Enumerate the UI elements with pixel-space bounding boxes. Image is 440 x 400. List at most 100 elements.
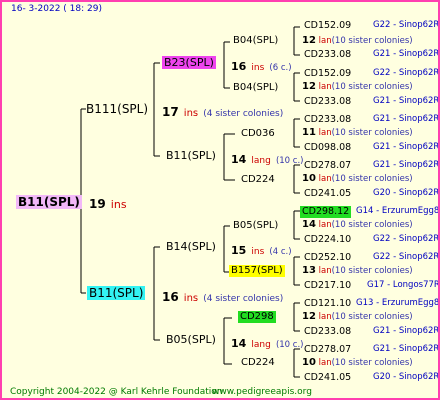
great-ancestor-name[interactable]: CD121.10 xyxy=(302,298,353,310)
ancestor-note: (10 sister colonies) xyxy=(331,82,413,92)
ancestor-note: (10 sister colonies) xyxy=(331,266,413,276)
ancestor-note: (10 sister colonies) xyxy=(331,358,413,368)
ancestor-unit: lan xyxy=(318,128,332,138)
parent-queen-count: 17 xyxy=(162,105,179,119)
grandparent-count: 16 xyxy=(231,60,247,73)
grandparent-unit: lang xyxy=(251,156,271,166)
pedigree-frame: 16- 3-2022 ( 18: 29) B11(SPL) 19 ins B11… xyxy=(0,0,440,400)
grandparent-count: 15 xyxy=(231,244,247,257)
report-date: 16- 3-2022 ( 18: 29) xyxy=(11,4,102,14)
ancestor-unit: lan xyxy=(318,174,332,184)
ancestor-count: 12 xyxy=(302,311,316,322)
grandparent-count: 14 xyxy=(231,153,247,166)
ancestor-info: 12 lan(10 sister colonies) xyxy=(302,36,413,46)
great-ancestor-place: G22 - Sinop62R xyxy=(373,20,440,30)
grandparent-name[interactable]: B05(SPL) xyxy=(164,333,218,346)
ancestor-info: 13 lan(10 sister colonies) xyxy=(302,266,413,276)
grandparent-name[interactable]: B14(SPL) xyxy=(164,240,218,253)
great-ancestor-name[interactable]: CD241.05 xyxy=(302,188,353,200)
parent-queen-unit: ins xyxy=(183,108,199,119)
great-ancestor-place: G21 - Sinop62R xyxy=(373,49,440,59)
ancestor-name[interactable]: B04(SPL) xyxy=(231,35,280,47)
great-ancestor-place: G17 - Longos77R xyxy=(367,280,440,290)
ancestor-unit: lan xyxy=(318,358,332,368)
great-ancestor-place: G21 - Sinop62R xyxy=(373,142,440,152)
great-ancestor-place: G21 - Sinop62R xyxy=(373,326,440,336)
great-ancestor-place: G21 - Sinop62R xyxy=(373,344,440,354)
ancestor-count: 14 xyxy=(302,219,316,230)
ancestor-note: (10 sister colonies) xyxy=(331,128,413,138)
root-count: 19 xyxy=(89,197,106,211)
root-queen-name[interactable]: B11(SPL) xyxy=(16,195,82,209)
parent-drone-note: (4 sister colonies) xyxy=(203,294,284,304)
grandparent-name[interactable]: B23(SPL) xyxy=(162,56,216,69)
grandparent-name[interactable]: B11(SPL) xyxy=(164,149,218,162)
grandparent-unit: lang xyxy=(251,340,271,350)
great-ancestor-name[interactable]: CD224.10 xyxy=(302,234,353,246)
grandparent-note: (10 c.) xyxy=(275,340,304,350)
great-ancestor-name[interactable]: CD217.10 xyxy=(302,280,353,292)
grandparent-info: 14 lang (10 c.) xyxy=(231,334,303,350)
great-ancestor-name[interactable]: CD152.09 xyxy=(302,68,353,80)
great-ancestor-place: G13 - ErzurumEgg8 xyxy=(356,298,440,308)
ancestor-count: 12 xyxy=(302,81,316,92)
ancestor-note: (10 sister colonies) xyxy=(331,220,413,230)
ancestor-unit: lan xyxy=(318,220,332,230)
great-ancestor-name[interactable]: CD278.07 xyxy=(302,344,353,356)
ancestor-info: 12 lan(10 sister colonies) xyxy=(302,312,413,322)
ancestor-count: 11 xyxy=(302,127,316,138)
great-ancestor-name[interactable]: CD233.08 xyxy=(302,49,353,61)
root-count-group: 19 ins xyxy=(89,195,127,211)
parent-drone-info: 16 ins (4 sister colonies) xyxy=(162,288,283,304)
parent-drone-count: 16 xyxy=(162,290,179,304)
ancestor-unit: lan xyxy=(318,36,332,46)
root-unit: ins xyxy=(110,198,127,211)
great-ancestor-place: G22 - Sinop62R xyxy=(373,68,440,78)
great-ancestor-name[interactable]: CD152.09 xyxy=(302,20,353,32)
ancestor-info: 14 lan(10 sister colonies) xyxy=(302,220,413,230)
grandparent-note: (10 c.) xyxy=(275,156,304,166)
great-ancestor-name[interactable]: CD252.10 xyxy=(302,252,353,264)
ancestor-count: 10 xyxy=(302,173,316,184)
footer-copyright: Copyright 2004-2022 @ Karl Kehrle Founda… xyxy=(10,387,223,397)
ancestor-info: 10 lan(10 sister colonies) xyxy=(302,358,413,368)
great-ancestor-name[interactable]: CD298.12 xyxy=(300,206,352,218)
great-ancestor-place: G21 - Sinop62R xyxy=(373,96,440,106)
great-ancestor-name[interactable]: CD241.05 xyxy=(302,372,353,384)
grandparent-unit: ins xyxy=(251,247,265,257)
great-ancestor-name[interactable]: CD098.08 xyxy=(302,142,353,154)
great-ancestor-name[interactable]: CD278.07 xyxy=(302,160,353,172)
parent-queen-note: (4 sister colonies) xyxy=(203,109,284,119)
grandparent-unit: ins xyxy=(251,63,265,73)
ancestor-unit: lan xyxy=(318,266,332,276)
ancestor-count: 13 xyxy=(302,265,316,276)
ancestor-name[interactable]: CD224 xyxy=(239,357,277,369)
grandparent-count: 14 xyxy=(231,337,247,350)
ancestor-name[interactable]: B04(SPL) xyxy=(231,82,280,94)
ancestor-name[interactable]: B157(SPL) xyxy=(229,265,285,277)
ancestor-unit: lan xyxy=(318,82,332,92)
ancestor-note: (10 sister colonies) xyxy=(331,312,413,322)
parent-queen-name[interactable]: B111(SPL) xyxy=(84,102,150,116)
great-ancestor-place: G20 - Sinop62R xyxy=(373,188,440,198)
great-ancestor-place: G21 - Sinop62R xyxy=(373,160,440,170)
footer-link[interactable]: www.pedigreeapis.org xyxy=(212,388,312,397)
grandparent-info: 15 ins (4 c.) xyxy=(231,241,292,257)
ancestor-name[interactable]: CD036 xyxy=(239,128,277,140)
ancestor-name[interactable]: B05(SPL) xyxy=(231,220,280,232)
ancestor-name[interactable]: CD224 xyxy=(239,174,277,186)
parent-drone-name[interactable]: B11(SPL) xyxy=(87,286,146,300)
ancestor-name[interactable]: CD298 xyxy=(238,311,276,323)
ancestor-count: 12 xyxy=(302,35,316,46)
grandparent-info: 16 ins (6 c.) xyxy=(231,57,292,73)
great-ancestor-place: G20 - Sinop62R xyxy=(373,372,440,382)
ancestor-note: (10 sister colonies) xyxy=(331,174,413,184)
grandparent-info: 14 lang (10 c.) xyxy=(231,150,303,166)
great-ancestor-name[interactable]: CD233.08 xyxy=(302,114,353,126)
great-ancestor-name[interactable]: CD233.08 xyxy=(302,96,353,108)
great-ancestor-name[interactable]: CD233.08 xyxy=(302,326,353,338)
ancestor-info: 12 lan(10 sister colonies) xyxy=(302,82,413,92)
great-ancestor-place: G22 - Sinop62R xyxy=(373,234,440,244)
great-ancestor-place: G22 - Sinop62R xyxy=(373,252,440,262)
ancestor-info: 11 lan(10 sister colonies) xyxy=(302,128,413,138)
